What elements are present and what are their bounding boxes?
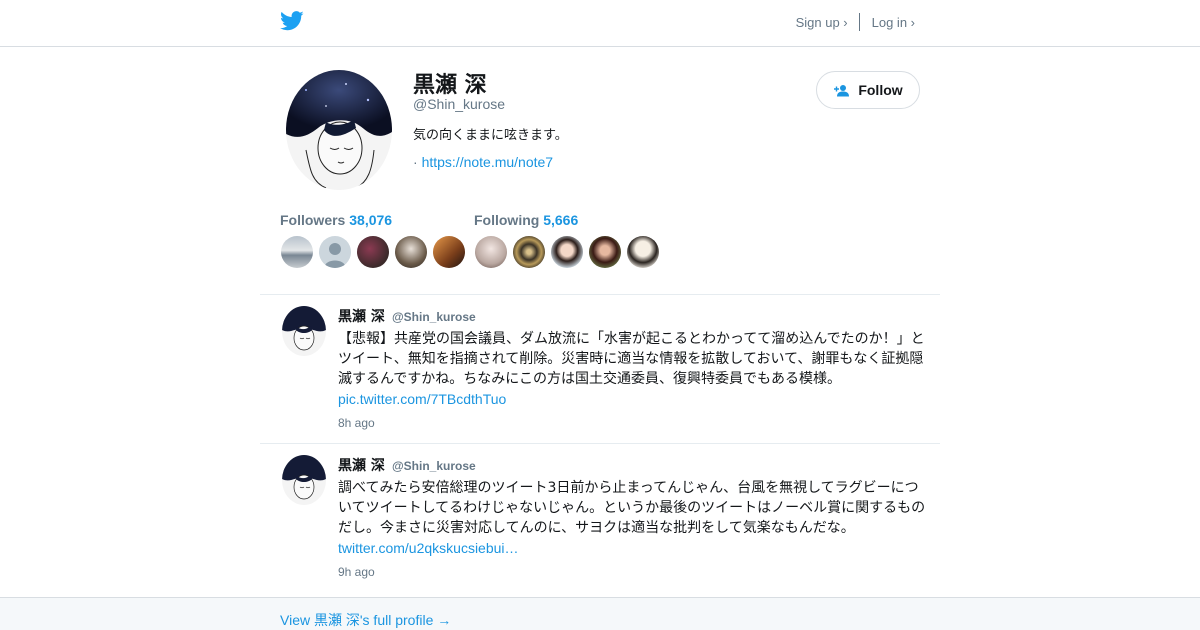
tweet-author-name[interactable]: 黒瀬 深 (338, 309, 385, 325)
profile-name: 黒瀬 深 (413, 73, 487, 98)
tweet-text: 【悲報】共産党の国会議員、ダム放流に「水害が起こるとわかってて溜め込んでたのか！… (338, 329, 930, 410)
section-divider (260, 294, 940, 295)
following-avatar[interactable] (627, 236, 659, 268)
tweet-body: 調べてみたら安倍総理のツイート3日前から止まってんじゃん、台風を無視してラグビー… (338, 480, 926, 536)
profile-handle: @Shin_kurose (413, 96, 506, 112)
following-avatar[interactable] (551, 236, 583, 268)
tweet-link[interactable]: twitter.com/u2qkskucsiebui… (338, 540, 519, 556)
auth-links: Sign up › Log in › (796, 13, 915, 31)
following-label: Following (474, 212, 540, 228)
profile-avatar[interactable] (286, 70, 392, 190)
full-profile-link[interactable]: View 黒瀬 深's full profile → (280, 610, 451, 630)
url-bullet: · (413, 154, 418, 170)
followers-label: Followers (280, 212, 346, 228)
tweet-avatar[interactable] (282, 306, 326, 356)
tweet-header: 黒瀬 深 @Shin_kurose (338, 306, 476, 326)
followers-stat[interactable]: Followers 38,076 (280, 212, 392, 228)
profile-url-row: · https://note.mu/note7 (413, 154, 553, 170)
tweet-avatar[interactable] (282, 455, 326, 505)
tweet-link[interactable]: pic.twitter.com/7TBcdthTuo (338, 391, 506, 407)
profile-url-link[interactable]: https://note.mu/note7 (422, 154, 554, 170)
login-link[interactable]: Log in › (872, 15, 915, 30)
following-avatar[interactable] (589, 236, 621, 268)
tweet[interactable]: 黒瀬 深 @Shin_kurose 【悲報】共産党の国会議員、ダム放流に「水害が… (260, 306, 940, 436)
followers-count: 38,076 (349, 212, 393, 228)
following-avatar[interactable] (475, 236, 507, 268)
tweet-timestamp[interactable]: 9h ago (338, 565, 375, 579)
tweet-timestamp[interactable]: 8h ago (338, 416, 375, 430)
follower-avatar[interactable] (433, 236, 465, 268)
tweet-text: 調べてみたら安倍総理のツイート3日前から止まってんじゃん、台風を無視してラグビー… (338, 478, 930, 559)
add-user-icon (834, 84, 850, 96)
follow-button[interactable]: Follow (816, 71, 920, 109)
follower-avatar[interactable] (395, 236, 427, 268)
follower-avatar[interactable] (357, 236, 389, 268)
follower-avatar[interactable] (281, 236, 313, 268)
tweet[interactable]: 黒瀬 深 @Shin_kurose 調べてみたら安倍総理のツイート3日前から止ま… (260, 455, 940, 585)
tweet-body: 【悲報】共産党の国会議員、ダム放流に「水害が起こるとわかってて溜め込んでたのか！… (338, 331, 925, 387)
tweet-divider (260, 443, 940, 444)
followers-avatars (281, 236, 471, 268)
tweet-author-handle[interactable]: @Shin_kurose (392, 459, 476, 473)
following-avatar[interactable] (513, 236, 545, 268)
footer-bar: View 黒瀬 深's full profile → (0, 597, 1200, 630)
profile-bio: 気の向くままに呟きます。 (413, 128, 568, 143)
tweet-author-name[interactable]: 黒瀬 深 (338, 458, 385, 474)
twitter-bird-icon[interactable] (280, 11, 304, 31)
following-avatars (475, 236, 665, 268)
follow-button-label: Follow (858, 82, 903, 98)
following-stat[interactable]: Following 5,666 (474, 212, 578, 228)
following-count: 5,666 (543, 212, 579, 228)
tweet-header: 黒瀬 深 @Shin_kurose (338, 455, 476, 475)
top-bar: Sign up › Log in › (0, 0, 1200, 47)
signup-link[interactable]: Sign up › (796, 15, 848, 30)
tweet-author-handle[interactable]: @Shin_kurose (392, 310, 476, 324)
follower-avatar[interactable] (319, 236, 351, 268)
link-separator (858, 13, 860, 31)
